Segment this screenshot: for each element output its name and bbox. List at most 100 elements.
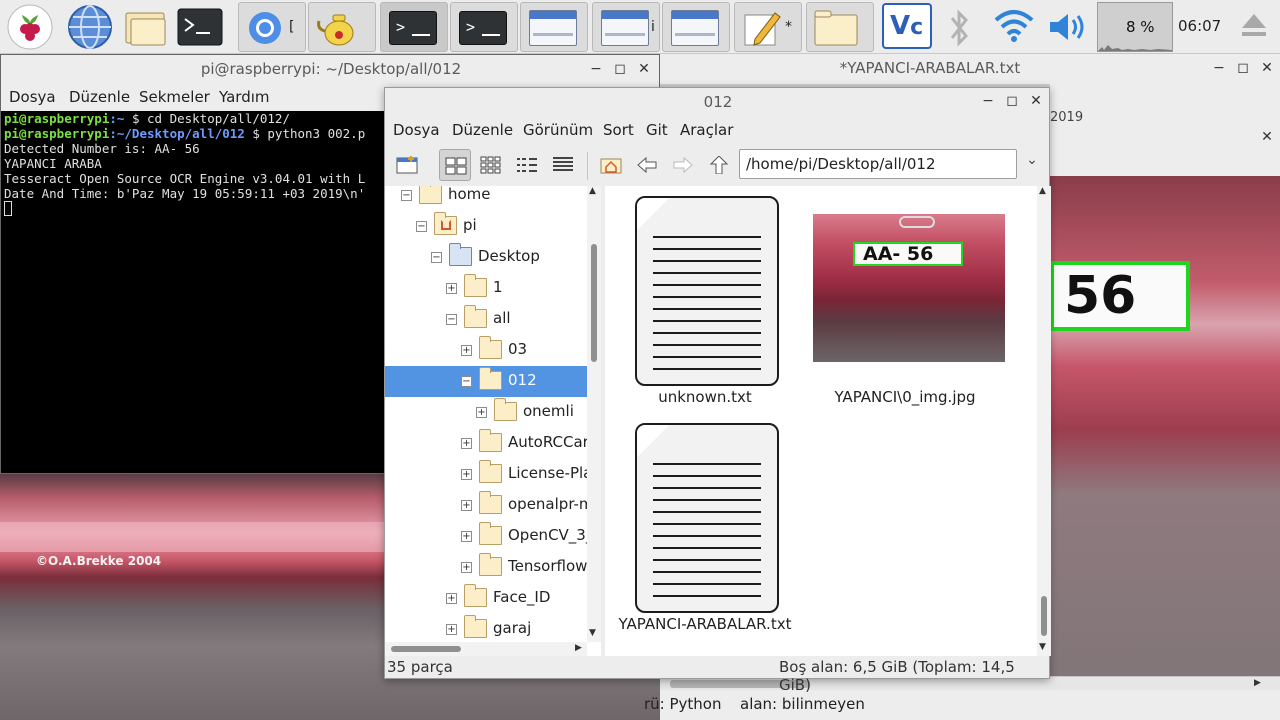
chevron-down-icon[interactable]: ⌄ bbox=[1021, 152, 1043, 176]
raspberry-menu-icon[interactable] bbox=[6, 3, 54, 51]
file-view-scrollbar[interactable]: ▲ ▼ bbox=[1037, 186, 1051, 656]
expand-icon[interactable]: + bbox=[446, 624, 457, 635]
scrollbar-thumb[interactable] bbox=[1041, 596, 1047, 636]
terminal-titlebar[interactable]: pi@raspberrypi: ~/Desktop/all/012 − ◻ ✕ bbox=[1, 55, 659, 85]
back-button[interactable] bbox=[631, 149, 663, 181]
minimize-button[interactable]: − bbox=[1208, 57, 1230, 79]
scroll-down-icon[interactable]: ▼ bbox=[589, 628, 596, 638]
collapse-icon[interactable]: − bbox=[431, 252, 442, 263]
scrollbar-thumb[interactable] bbox=[591, 244, 597, 362]
collapse-icon[interactable]: − bbox=[461, 376, 472, 387]
task-teapot[interactable] bbox=[308, 2, 376, 52]
close-button[interactable]: ✕ bbox=[1025, 90, 1047, 112]
menu-tabs[interactable]: Sekmeler bbox=[139, 88, 210, 106]
tree-item-home[interactable]: − home bbox=[385, 186, 587, 211]
task-window-3[interactable] bbox=[662, 2, 730, 52]
minimize-button[interactable]: − bbox=[585, 58, 607, 80]
expand-icon[interactable]: + bbox=[461, 531, 472, 542]
tree-vertical-scrollbar[interactable]: ▲ ▼ bbox=[587, 186, 601, 642]
collapse-icon[interactable]: − bbox=[446, 314, 457, 325]
tree-item-openalpr-m[interactable]: + openalpr-m bbox=[385, 490, 594, 521]
expand-icon[interactable]: + bbox=[461, 438, 472, 449]
menu-help[interactable]: Yardım bbox=[219, 88, 270, 106]
view-compact-button[interactable] bbox=[511, 149, 543, 181]
scroll-up-icon[interactable]: ▲ bbox=[589, 186, 596, 196]
file-item-image[interactable]: AA- 56 YAPANCI\0_img.jpg bbox=[805, 186, 1005, 410]
task-text-editor[interactable]: * bbox=[734, 2, 802, 52]
tree-item-03[interactable]: +03 bbox=[385, 335, 587, 366]
scrollbar-thumb[interactable] bbox=[391, 646, 461, 652]
tree-item-autorccar[interactable]: + AutoRCCar- bbox=[385, 428, 593, 459]
menu-view[interactable]: Görünüm bbox=[523, 121, 593, 139]
expand-icon[interactable]: + bbox=[461, 469, 472, 480]
collapse-icon[interactable]: − bbox=[416, 221, 427, 232]
file-item-unknown-txt[interactable]: unknown.txt bbox=[605, 186, 805, 410]
volume-icon[interactable] bbox=[1046, 10, 1088, 44]
menu-sort[interactable]: Sort bbox=[603, 121, 634, 139]
view-list-button[interactable] bbox=[547, 149, 579, 181]
wifi-icon[interactable] bbox=[992, 8, 1036, 44]
forward-button[interactable] bbox=[667, 149, 699, 181]
scroll-down-icon[interactable]: ▼ bbox=[1039, 642, 1046, 652]
minimize-button[interactable]: − bbox=[977, 90, 999, 112]
close-button[interactable]: ✕ bbox=[1256, 57, 1278, 79]
view-thumbnails-button[interactable] bbox=[475, 149, 507, 181]
expand-icon[interactable]: + bbox=[461, 562, 472, 573]
menu-edit[interactable]: Düzenle bbox=[452, 121, 513, 139]
task-window-1[interactable] bbox=[520, 2, 588, 52]
expand-icon[interactable]: + bbox=[461, 500, 472, 511]
tree-item-all[interactable]: − all bbox=[385, 304, 587, 335]
tree-item-tensorflow[interactable]: + Tensorflow- bbox=[385, 552, 593, 583]
new-window-button[interactable] bbox=[391, 149, 423, 181]
up-button[interactable] bbox=[703, 149, 735, 181]
tree-item-face-id[interactable]: + Face_ID bbox=[385, 583, 587, 614]
editor-titlebar[interactable]: *YAPANCI-ARABALAR.txt − ◻ ✕ bbox=[660, 54, 1280, 84]
scroll-up-icon[interactable]: ▲ bbox=[1039, 186, 1046, 196]
task-terminal-1[interactable]: > bbox=[380, 2, 448, 52]
task-window-2[interactable]: i bbox=[592, 2, 660, 52]
directory-tree[interactable]: − home − pi − Desktop +1 − all +03 − 012 + onemli + Aut… bbox=[385, 186, 601, 656]
task-terminal-2[interactable]: > bbox=[450, 2, 518, 52]
file-manager-titlebar[interactable]: 012 − ◻ ✕ bbox=[385, 88, 1049, 116]
maximize-button[interactable]: ◻ bbox=[1232, 57, 1254, 79]
tree-item-desktop[interactable]: − Desktop bbox=[385, 242, 587, 273]
tree-item-onemli[interactable]: + onemli bbox=[385, 397, 587, 428]
tree-item-license-pla[interactable]: + License-Pla bbox=[385, 459, 592, 490]
expand-icon[interactable]: + bbox=[446, 593, 457, 604]
file-item-yapanci-arabalar-txt[interactable]: YAPANCI-ARABALAR.txt bbox=[605, 413, 805, 637]
close-button[interactable]: ✕ bbox=[633, 58, 655, 80]
maximize-button[interactable]: ◻ bbox=[1001, 90, 1023, 112]
vnc-icon[interactable]: Vc bbox=[882, 3, 932, 49]
menu-file[interactable]: Dosya bbox=[9, 88, 56, 106]
task-file-manager[interactable] bbox=[806, 2, 874, 52]
tree-horizontal-scrollbar[interactable]: ▶ bbox=[385, 642, 587, 656]
web-browser-icon[interactable] bbox=[66, 3, 114, 51]
collapse-icon[interactable]: − bbox=[401, 190, 412, 201]
file-view[interactable]: unknown.txt AA- 56 YAPANCI\0_img.jpg YAP… bbox=[605, 186, 1051, 656]
scroll-right-icon[interactable]: ▶ bbox=[1254, 678, 1261, 688]
menu-file[interactable]: Dosya bbox=[393, 121, 440, 139]
path-input[interactable] bbox=[739, 149, 1017, 179]
menu-edit[interactable]: Düzenle bbox=[69, 88, 130, 106]
menu-go[interactable]: Git bbox=[646, 121, 668, 139]
view-icons-button[interactable] bbox=[439, 149, 471, 181]
scroll-right-icon[interactable]: ▶ bbox=[575, 643, 582, 653]
tree-item-opencv-3[interactable]: + OpenCV_3_ bbox=[385, 521, 593, 552]
tree-item-garaj[interactable]: + garaj bbox=[385, 614, 587, 645]
expand-icon[interactable]: + bbox=[461, 345, 472, 356]
tree-item-pi[interactable]: − pi bbox=[385, 211, 587, 242]
tree-item-012[interactable]: − 012 bbox=[385, 366, 587, 397]
task-chromium[interactable]: [ bbox=[238, 2, 306, 52]
expand-icon[interactable]: + bbox=[446, 283, 457, 294]
maximize-button[interactable]: ◻ bbox=[609, 58, 631, 80]
close-icon[interactable]: ✕ bbox=[1256, 126, 1278, 148]
bluetooth-icon[interactable] bbox=[946, 8, 972, 48]
home-button[interactable] bbox=[595, 149, 627, 181]
expand-icon[interactable]: + bbox=[476, 407, 487, 418]
file-manager-icon[interactable] bbox=[122, 3, 170, 51]
tree-item-1[interactable]: +1 bbox=[385, 273, 587, 304]
clock[interactable]: 06:07 bbox=[1178, 17, 1221, 35]
menu-tools[interactable]: Araçlar bbox=[680, 121, 733, 139]
terminal-launcher-icon[interactable] bbox=[176, 3, 224, 51]
eject-icon[interactable] bbox=[1238, 10, 1270, 42]
